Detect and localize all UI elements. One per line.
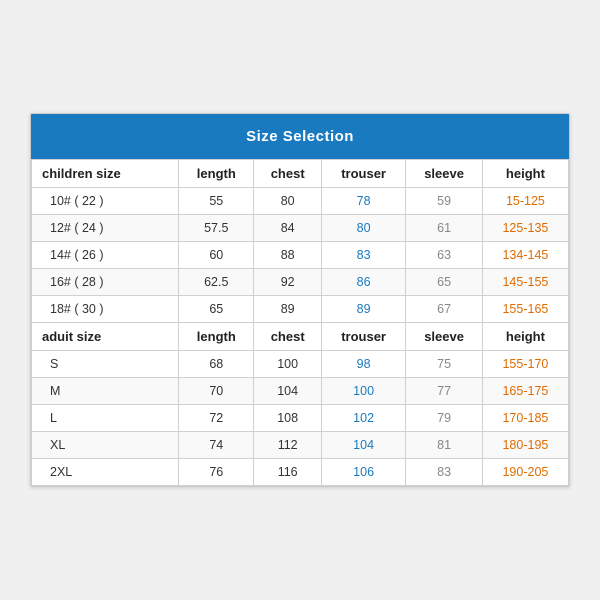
column-header-4: sleeve	[406, 160, 483, 188]
table-cell-col-0: XL	[32, 432, 179, 459]
table-cell-col-3: 100	[321, 378, 405, 405]
table-cell-col-0: 14# ( 26 )	[32, 242, 179, 269]
table-cell-col-2: 84	[254, 215, 321, 242]
table-cell-col-2: 100	[254, 351, 321, 378]
column-header-3: trouser	[321, 323, 405, 351]
table-cell-col-4: 65	[406, 269, 483, 296]
table-cell-col-3: 86	[321, 269, 405, 296]
table-cell-col-4: 77	[406, 378, 483, 405]
table-cell-col-1: 57.5	[179, 215, 254, 242]
column-header-5: height	[482, 323, 568, 351]
table-cell-col-5: 170-185	[482, 405, 568, 432]
table-cell-col-4: 67	[406, 296, 483, 323]
table-cell-col-2: 88	[254, 242, 321, 269]
table-cell-col-1: 74	[179, 432, 254, 459]
column-header-1: length	[179, 160, 254, 188]
table-cell-col-1: 55	[179, 188, 254, 215]
size-chart-card: Size Selection children sizelengthchestt…	[30, 113, 570, 487]
table-cell-col-4: 79	[406, 405, 483, 432]
table-cell-col-4: 63	[406, 242, 483, 269]
column-header-2: chest	[254, 323, 321, 351]
table-cell-col-5: 134-145	[482, 242, 568, 269]
table-cell-col-5: 15-125	[482, 188, 568, 215]
size-table: children sizelengthchesttrousersleevehei…	[31, 159, 569, 486]
table-cell-col-5: 165-175	[482, 378, 568, 405]
table-cell-col-3: 89	[321, 296, 405, 323]
table-cell-col-2: 89	[254, 296, 321, 323]
table-cell-col-4: 81	[406, 432, 483, 459]
column-header-3: trouser	[321, 160, 405, 188]
table-cell-col-3: 104	[321, 432, 405, 459]
table-cell-col-4: 61	[406, 215, 483, 242]
table-cell-col-3: 83	[321, 242, 405, 269]
table-cell-col-4: 75	[406, 351, 483, 378]
table-cell-col-5: 180-195	[482, 432, 568, 459]
table-cell-col-0: 16# ( 28 )	[32, 269, 179, 296]
table-cell-col-1: 60	[179, 242, 254, 269]
table-cell-col-2: 92	[254, 269, 321, 296]
table-cell-col-5: 155-165	[482, 296, 568, 323]
table-cell-col-0: 12# ( 24 )	[32, 215, 179, 242]
column-header-5: height	[482, 160, 568, 188]
table-cell-col-1: 72	[179, 405, 254, 432]
table-cell-col-2: 108	[254, 405, 321, 432]
table-cell-col-2: 116	[254, 459, 321, 486]
table-cell-col-0: 10# ( 22 )	[32, 188, 179, 215]
table-cell-col-1: 65	[179, 296, 254, 323]
table-cell-col-0: M	[32, 378, 179, 405]
table-cell-col-0: S	[32, 351, 179, 378]
column-header-1: length	[179, 323, 254, 351]
column-header-2: chest	[254, 160, 321, 188]
table-cell-col-5: 155-170	[482, 351, 568, 378]
column-header-4: sleeve	[406, 323, 483, 351]
column-header-0: aduit size	[32, 323, 179, 351]
table-cell-col-2: 112	[254, 432, 321, 459]
chart-title: Size Selection	[31, 114, 569, 159]
table-cell-col-1: 70	[179, 378, 254, 405]
table-cell-col-1: 76	[179, 459, 254, 486]
table-cell-col-5: 145-155	[482, 269, 568, 296]
table-cell-col-2: 104	[254, 378, 321, 405]
table-cell-col-5: 190-205	[482, 459, 568, 486]
table-cell-col-1: 68	[179, 351, 254, 378]
table-cell-col-3: 78	[321, 188, 405, 215]
table-cell-col-0: 2XL	[32, 459, 179, 486]
table-cell-col-4: 83	[406, 459, 483, 486]
table-cell-col-0: 18# ( 30 )	[32, 296, 179, 323]
table-cell-col-3: 102	[321, 405, 405, 432]
table-cell-col-3: 106	[321, 459, 405, 486]
table-cell-col-4: 59	[406, 188, 483, 215]
table-cell-col-5: 125-135	[482, 215, 568, 242]
table-cell-col-1: 62.5	[179, 269, 254, 296]
table-cell-col-3: 80	[321, 215, 405, 242]
table-cell-col-0: L	[32, 405, 179, 432]
table-cell-col-2: 80	[254, 188, 321, 215]
table-cell-col-3: 98	[321, 351, 405, 378]
column-header-0: children size	[32, 160, 179, 188]
